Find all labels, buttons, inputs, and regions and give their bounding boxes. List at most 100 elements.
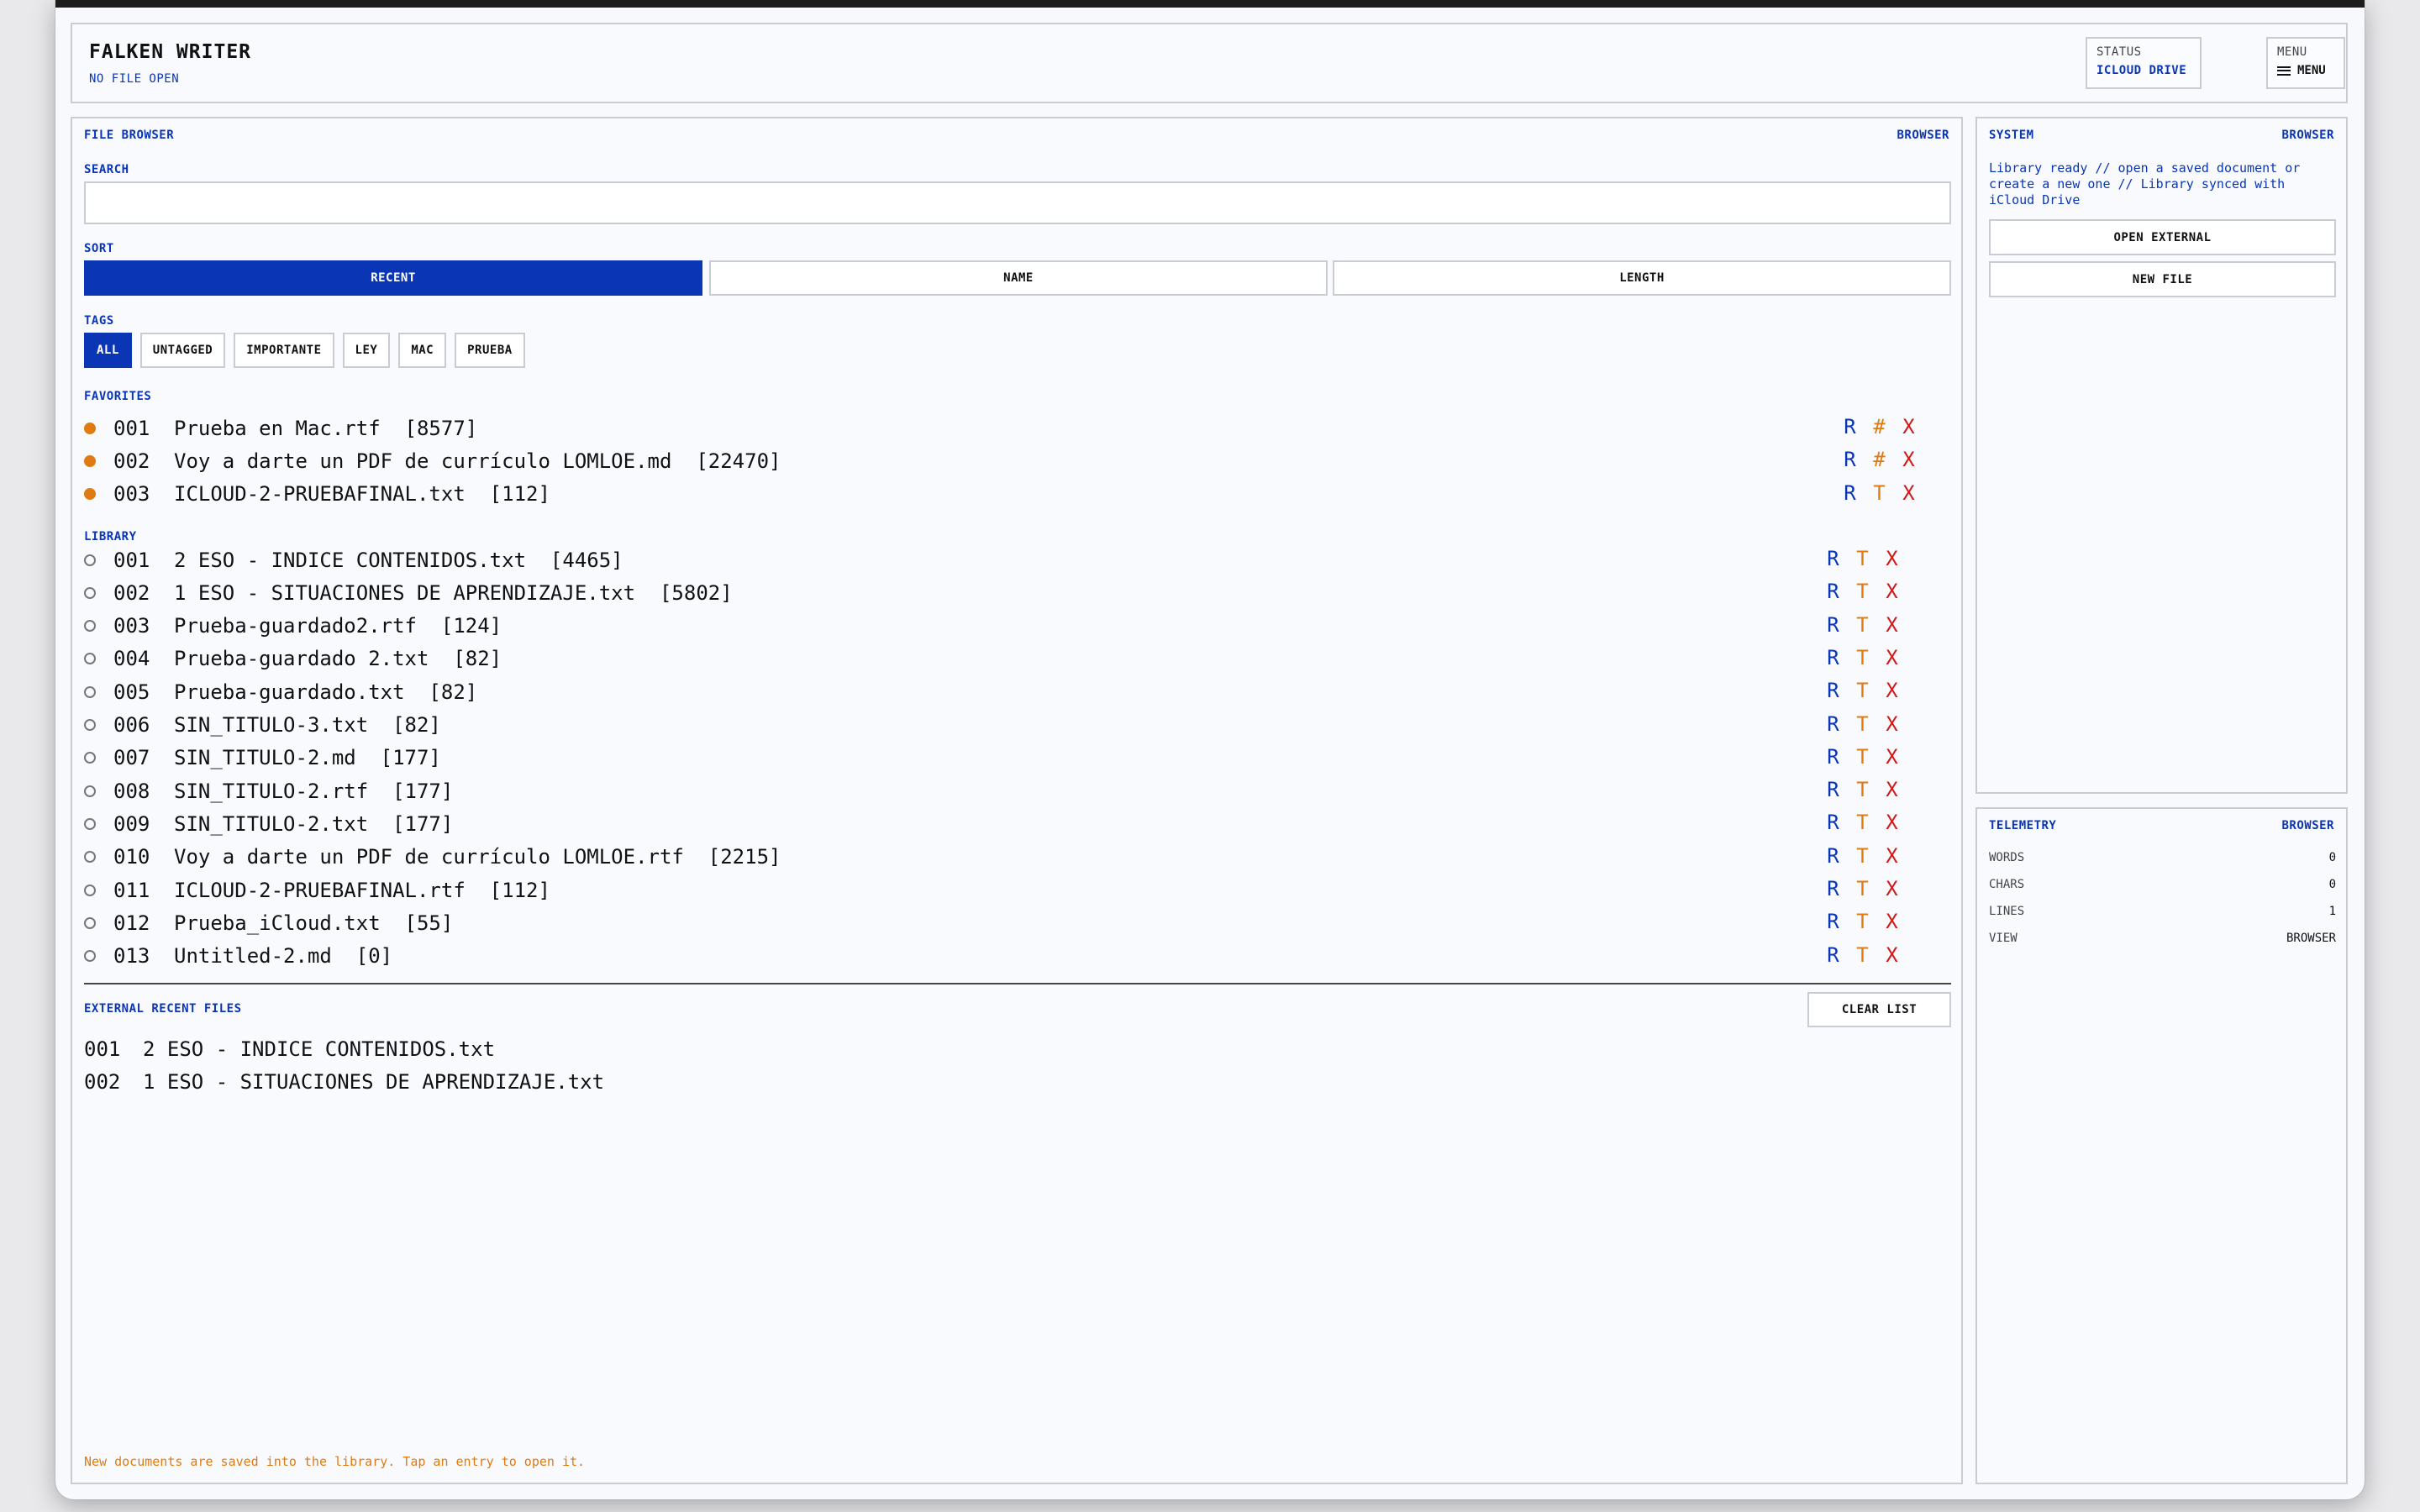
tag-action[interactable]: T xyxy=(1848,778,1877,801)
tag-action[interactable]: T xyxy=(1848,811,1877,834)
delete-action[interactable]: X xyxy=(1877,943,1907,967)
tag-prueba[interactable]: PRUEBA xyxy=(455,333,525,368)
delete-action[interactable]: X xyxy=(1877,646,1907,669)
favorite-item[interactable]: 003 ICLOUD-2-PRUEBAFINAL.txt [112] xyxy=(84,478,550,511)
unfavorited-circle-icon[interactable] xyxy=(84,554,96,566)
library-item[interactable]: 009 SIN_TITULO-2.txt [177] xyxy=(84,807,453,840)
unfavorited-circle-icon[interactable] xyxy=(84,586,96,599)
tag-action[interactable]: T xyxy=(1848,613,1877,637)
unfavorited-circle-icon[interactable] xyxy=(84,685,96,698)
delete-action[interactable]: X xyxy=(1877,712,1907,736)
library-item[interactable]: 004 Prueba-guardado 2.txt [82] xyxy=(84,643,502,675)
library-item[interactable]: 011 ICLOUD-2-PRUEBAFINAL.rtf [112] xyxy=(84,874,550,906)
open-external-button[interactable]: OPEN EXTERNAL xyxy=(1989,219,2336,255)
tag-all[interactable]: ALL xyxy=(84,333,132,368)
tag-action[interactable]: T xyxy=(1848,844,1877,868)
rename-action[interactable]: R xyxy=(1818,613,1848,637)
library-item[interactable]: 001 2 ESO - INDICE CONTENIDOS.txt [4465] xyxy=(84,543,623,576)
library-item[interactable]: 010 Voy a darte un PDF de currículo LOMLO… xyxy=(84,841,781,874)
tag-action[interactable]: T xyxy=(1848,646,1877,669)
menu-button[interactable]: MENU MENU xyxy=(2266,37,2345,89)
unfavorited-circle-icon[interactable] xyxy=(84,817,96,830)
rename-action[interactable]: R xyxy=(1835,481,1865,505)
library-item[interactable]: 008 SIN_TITULO-2.rtf [177] xyxy=(84,774,453,807)
external-item[interactable]: 002 1 ESO - SITUACIONES DE APRENDIZAJE.tx… xyxy=(84,1065,604,1098)
tag-action[interactable]: T xyxy=(1848,679,1877,702)
favorite-item[interactable]: 002 Voy a darte un PDF de currículo LOMLO… xyxy=(84,444,781,477)
rename-action[interactable]: R xyxy=(1818,844,1848,868)
delete-action[interactable]: X xyxy=(1877,811,1907,834)
sort-recent-button[interactable]: RECENT xyxy=(84,260,702,296)
unfavorited-circle-icon[interactable] xyxy=(84,620,96,633)
rename-action[interactable]: R xyxy=(1818,877,1848,900)
rename-action[interactable]: R xyxy=(1818,580,1848,603)
unfavorited-circle-icon[interactable] xyxy=(84,785,96,797)
unfavorited-circle-icon[interactable] xyxy=(84,752,96,764)
tag-action[interactable]: T xyxy=(1848,943,1877,967)
library-actions: RTX xyxy=(1818,646,1907,669)
sort-length-button[interactable]: LENGTH xyxy=(1333,260,1951,296)
rename-action[interactable]: R xyxy=(1818,943,1848,967)
library-item[interactable]: 007 SIN_TITULO-2.md [177] xyxy=(84,742,441,774)
favorite-dot-icon[interactable] xyxy=(84,454,96,467)
tag-action[interactable]: T xyxy=(1848,877,1877,900)
library-item[interactable]: 012 Prueba_iCloud.txt [55] xyxy=(84,906,453,939)
search-input[interactable] xyxy=(84,181,1951,224)
external-item[interactable]: 001 2 ESO - INDICE CONTENIDOS.txt xyxy=(84,1032,495,1065)
rename-action[interactable]: R xyxy=(1818,646,1848,669)
status-value: ICLOUD DRIVE xyxy=(2096,64,2187,77)
tag-action[interactable]: T xyxy=(1848,745,1877,769)
library-item[interactable]: 002 1 ESO - SITUACIONES DE APRENDIZAJE.tx… xyxy=(84,576,733,609)
library-item[interactable]: 006 SIN_TITULO-3.txt [82] xyxy=(84,709,441,742)
delete-action[interactable]: X xyxy=(1877,844,1907,868)
tag-action[interactable]: T xyxy=(1848,712,1877,736)
tag-untagged[interactable]: UNTAGGED xyxy=(139,333,226,368)
unfavorited-circle-icon[interactable] xyxy=(84,851,96,864)
favorite-dot-icon[interactable] xyxy=(84,422,96,434)
delete-action[interactable]: X xyxy=(1877,613,1907,637)
delete-action[interactable]: X xyxy=(1877,877,1907,900)
tag-action[interactable]: T xyxy=(1865,481,1894,505)
rename-action[interactable]: R xyxy=(1818,679,1848,702)
rename-action[interactable]: R xyxy=(1835,415,1865,438)
favorite-dot-icon[interactable] xyxy=(84,488,96,501)
delete-action[interactable]: X xyxy=(1877,745,1907,769)
unfavorited-circle-icon[interactable] xyxy=(84,719,96,731)
tag-action[interactable]: T xyxy=(1848,547,1877,570)
delete-action[interactable]: X xyxy=(1894,415,1923,438)
library-item[interactable]: 003 Prueba-guardado2.rtf [124] xyxy=(84,610,502,643)
favorite-item[interactable]: 001 Prueba en Mac.rtf [8577] xyxy=(84,412,477,444)
clear-list-button[interactable]: CLEAR LIST xyxy=(1807,992,1951,1027)
rename-action[interactable]: R xyxy=(1818,547,1848,570)
rename-action[interactable]: R xyxy=(1835,448,1865,471)
unfavorited-circle-icon[interactable] xyxy=(84,884,96,896)
rename-action[interactable]: R xyxy=(1818,778,1848,801)
delete-action[interactable]: X xyxy=(1877,580,1907,603)
tag-action[interactable]: T xyxy=(1848,580,1877,603)
tag-mac[interactable]: MAC xyxy=(398,333,447,368)
rename-action[interactable]: R xyxy=(1818,811,1848,834)
rename-action[interactable]: R xyxy=(1818,745,1848,769)
delete-action[interactable]: X xyxy=(1877,778,1907,801)
unfavorited-circle-icon[interactable] xyxy=(84,916,96,929)
sort-name-button[interactable]: NAME xyxy=(709,260,1328,296)
delete-action[interactable]: X xyxy=(1877,679,1907,702)
tag-action[interactable]: T xyxy=(1848,910,1877,933)
library-item[interactable]: 005 Prueba-guardado.txt [82] xyxy=(84,675,477,708)
delete-action[interactable]: X xyxy=(1877,910,1907,933)
tagged-action[interactable]: # xyxy=(1865,448,1894,471)
delete-action[interactable]: X xyxy=(1894,481,1923,505)
tag-importante[interactable]: IMPORTANTE xyxy=(234,333,334,368)
unfavorited-circle-icon[interactable] xyxy=(84,653,96,665)
rename-action[interactable]: R xyxy=(1818,910,1848,933)
tag-ley[interactable]: LEY xyxy=(342,333,391,368)
delete-action[interactable]: X xyxy=(1894,448,1923,471)
tagged-action[interactable]: # xyxy=(1865,415,1894,438)
unfavorited-circle-icon[interactable] xyxy=(84,950,96,963)
library-item[interactable]: 013 Untitled-2.md [0] xyxy=(84,940,392,973)
delete-action[interactable]: X xyxy=(1877,547,1907,570)
rename-action[interactable]: R xyxy=(1818,712,1848,736)
item-number: 004 xyxy=(113,647,150,671)
item-number: 007 xyxy=(113,746,150,770)
new-file-button[interactable]: NEW FILE xyxy=(1989,261,2336,297)
